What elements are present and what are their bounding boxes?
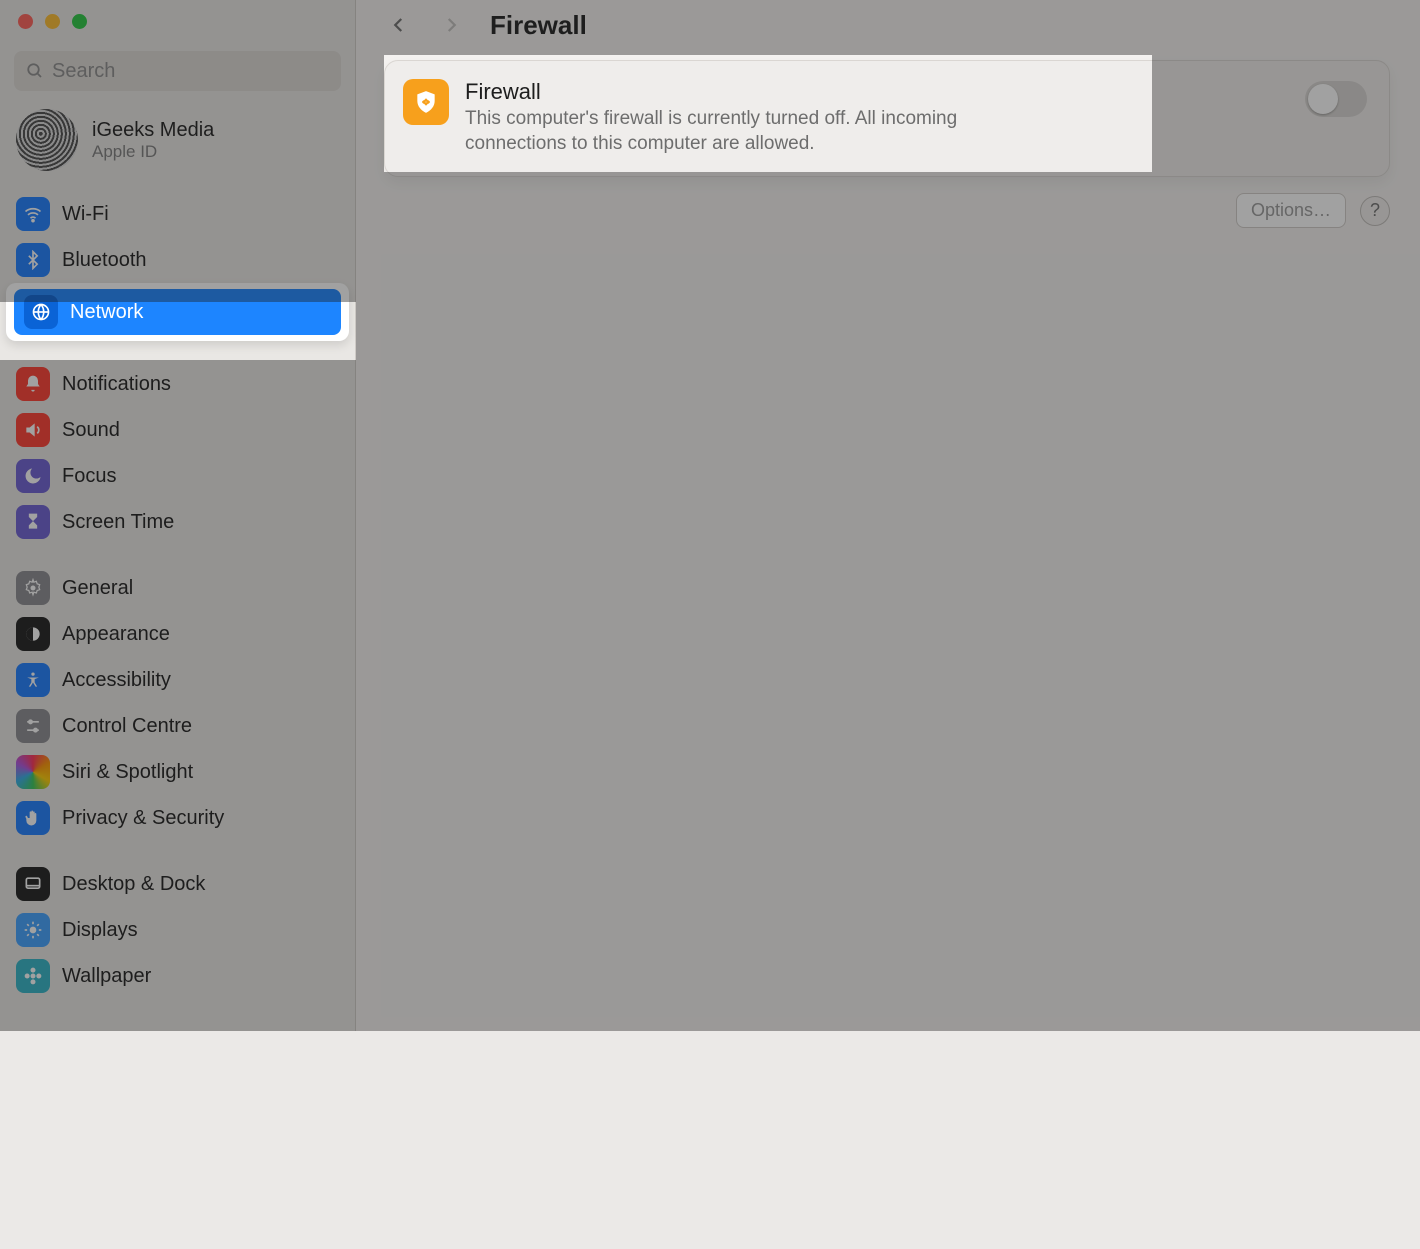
sidebar-item-privacy[interactable]: Privacy & Security — [0, 795, 355, 841]
sidebar-item-wifi[interactable]: Wi-Fi — [0, 191, 355, 237]
zoom-window-button[interactable] — [72, 14, 87, 29]
firewall-card-description: This computer's firewall is currently tu… — [465, 107, 985, 156]
content-pane: Firewall Firewall This computer's firewa… — [356, 0, 1420, 1031]
sidebar-item-appearance[interactable]: Appearance — [0, 611, 355, 657]
sidebar-item-label: Wallpaper — [62, 965, 151, 988]
siri-icon — [16, 755, 50, 789]
firewall-card: Firewall This computer's firewall is cur… — [384, 60, 1390, 177]
sidebar-item-label: Displays — [62, 919, 138, 942]
sidebar-item-screen-time[interactable]: Screen Time — [0, 499, 355, 545]
sidebar-item-label: Accessibility — [62, 669, 171, 692]
dock-icon — [16, 867, 50, 901]
account-sub: Apple ID — [92, 142, 214, 162]
sidebar-item-label: Sound — [62, 419, 120, 442]
sliders-icon — [16, 709, 50, 743]
hourglass-icon — [16, 505, 50, 539]
sidebar-item-label: Siri & Spotlight — [62, 761, 193, 784]
search-input[interactable]: Search — [14, 51, 341, 91]
window-controls — [0, 0, 355, 33]
search-placeholder: Search — [52, 60, 115, 83]
forward-button — [434, 8, 468, 42]
flower-icon — [16, 959, 50, 993]
nav-header: Firewall — [356, 0, 1420, 42]
bluetooth-icon — [16, 243, 50, 277]
wifi-icon — [16, 197, 50, 231]
sidebar-item-notifications[interactable]: Notifications — [0, 361, 355, 407]
sidebar-item-focus[interactable]: Focus — [0, 453, 355, 499]
sidebar: Search iGeeks Media Apple ID Wi-Fi Bluet… — [0, 0, 356, 1031]
sidebar-item-network[interactable]: Network — [6, 283, 349, 341]
appearance-icon — [16, 617, 50, 651]
sidebar-item-accessibility[interactable]: Accessibility — [0, 657, 355, 703]
firewall-shield-icon — [403, 79, 449, 125]
sidebar-item-control-centre[interactable]: Control Centre — [0, 703, 355, 749]
sidebar-item-label: General — [62, 577, 133, 600]
accessibility-icon — [16, 663, 50, 697]
close-window-button[interactable] — [18, 14, 33, 29]
sidebar-item-displays[interactable]: Displays — [0, 907, 355, 953]
avatar — [16, 109, 78, 171]
firewall-toggle[interactable] — [1305, 81, 1367, 117]
search-icon — [26, 62, 44, 80]
gear-icon — [16, 571, 50, 605]
firewall-card-title: Firewall — [465, 79, 1289, 105]
sidebar-item-label: Privacy & Security — [62, 807, 224, 830]
sidebar-item-siri[interactable]: Siri & Spotlight — [0, 749, 355, 795]
sidebar-item-label: Desktop & Dock — [62, 873, 205, 896]
bell-icon — [16, 367, 50, 401]
sidebar-item-label: Control Centre — [62, 715, 192, 738]
toggle-knob — [1308, 84, 1338, 114]
minimize-window-button[interactable] — [45, 14, 60, 29]
sidebar-item-label: Network — [70, 301, 143, 324]
sidebar-item-wallpaper[interactable]: Wallpaper — [0, 953, 355, 999]
account-name: iGeeks Media — [92, 119, 214, 142]
sidebar-item-label: Notifications — [62, 373, 171, 396]
speaker-icon — [16, 413, 50, 447]
sidebar-item-label: Bluetooth — [62, 249, 147, 272]
sidebar-item-label: Appearance — [62, 623, 170, 646]
sidebar-item-label: Focus — [62, 465, 116, 488]
sidebar-item-bluetooth[interactable]: Bluetooth — [0, 237, 355, 283]
moon-icon — [16, 459, 50, 493]
sidebar-item-label: Screen Time — [62, 511, 174, 534]
network-icon — [24, 295, 58, 329]
apple-id-row[interactable]: iGeeks Media Apple ID — [0, 101, 355, 185]
hand-icon — [16, 801, 50, 835]
sidebar-item-general[interactable]: General — [0, 565, 355, 611]
sidebar-item-label: Wi-Fi — [62, 203, 109, 226]
back-button[interactable] — [382, 8, 416, 42]
sidebar-item-desktop-dock[interactable]: Desktop & Dock — [0, 861, 355, 907]
sidebar-item-sound[interactable]: Sound — [0, 407, 355, 453]
options-button: Options… — [1236, 193, 1346, 228]
page-title: Firewall — [490, 10, 587, 41]
help-button[interactable]: ? — [1360, 196, 1390, 226]
brightness-icon — [16, 913, 50, 947]
